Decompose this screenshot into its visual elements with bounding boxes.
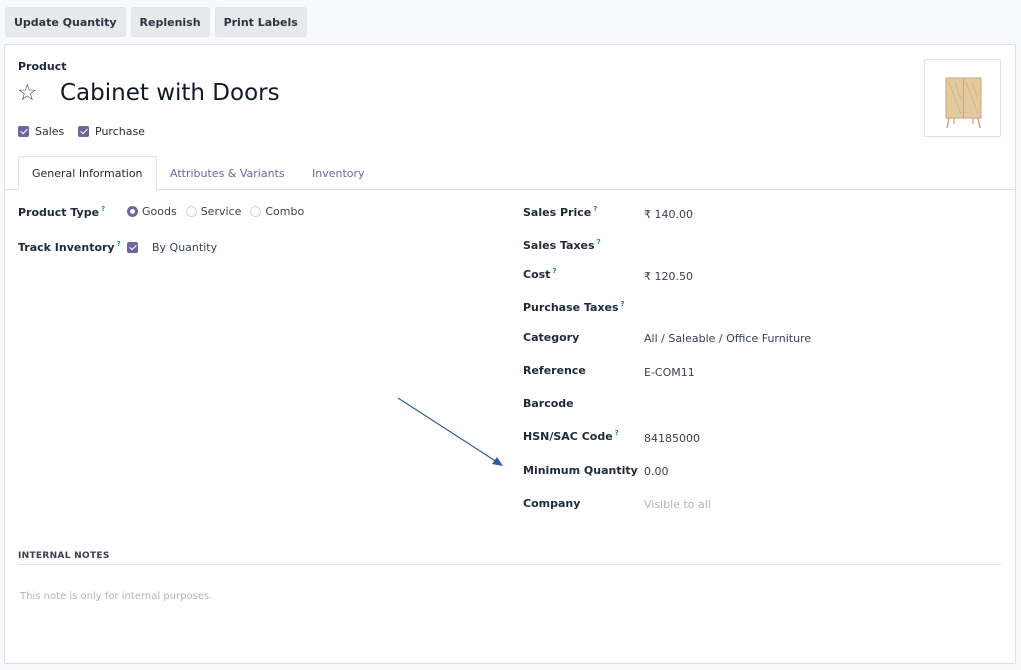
annotation-arrow	[397, 397, 503, 466]
tab-general-information[interactable]: General Information	[18, 156, 157, 190]
